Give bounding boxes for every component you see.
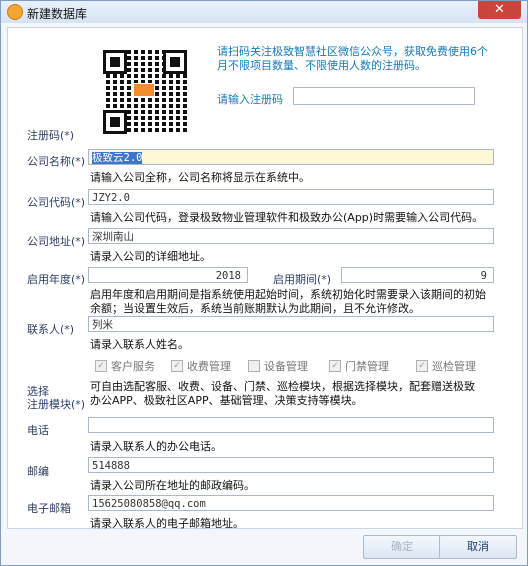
phone-label: 电话	[27, 424, 49, 437]
registration-label: 注册码(*)	[27, 129, 75, 142]
qr-finder	[103, 50, 127, 74]
cancel-button[interactable]: 取消	[439, 535, 517, 559]
postcode-hint: 请录入公司所在地址的邮政编码。	[90, 479, 255, 492]
checkbox-icon: ✓	[171, 360, 183, 372]
checkbox-icon: ✓	[329, 360, 341, 372]
title-bar: 新建数据库 ✕	[1, 1, 527, 23]
module-checkbox[interactable]: ✓ 巡检管理	[416, 358, 476, 374]
company-code-input[interactable]: JZY2.0	[88, 189, 494, 205]
scan-instruction: 请扫码关注极致智慧社区微信公众号，获取免费使用6个月不限项目数量、不限使用人数的…	[217, 45, 488, 72]
company-name-value: 极致云2.0	[92, 152, 143, 164]
modules-hint-2: 办公APP、极致社区APP、基础管理、决策支持等模块。	[90, 394, 363, 407]
checkbox-icon: ✓	[416, 360, 428, 372]
company-address-label: 公司地址(*)	[27, 235, 86, 248]
module-checkbox[interactable]: 设备管理	[248, 358, 308, 374]
module-label: 设备管理	[264, 360, 308, 373]
start-period-input[interactable]: 9	[341, 267, 494, 283]
company-address-hint: 请录入公司的详细地址。	[90, 250, 211, 263]
registration-code-input[interactable]	[293, 87, 475, 105]
qr-finder	[163, 50, 187, 74]
company-code-label: 公司代码(*)	[27, 196, 86, 209]
checkbox-icon: ✓	[95, 360, 107, 372]
company-name-label: 公司名称(*)	[27, 155, 86, 168]
registration-input-label: 请输入注册码	[217, 93, 283, 106]
app-icon	[7, 4, 23, 20]
qr-code	[99, 47, 193, 137]
window-title: 新建数据库	[27, 7, 88, 21]
email-label: 电子邮箱	[27, 502, 71, 515]
start-year-hint-2: 余额；当设置生效后，系统当前账期默认为此期间，且不允许修改。	[90, 302, 420, 315]
module-label: 收费管理	[187, 360, 231, 373]
company-name-input[interactable]: 极致云2.0	[88, 149, 494, 165]
company-address-input[interactable]: 深圳南山	[88, 228, 494, 244]
confirm-button[interactable]: 确定	[363, 535, 441, 559]
start-year-label: 启用年度(*)	[27, 273, 86, 286]
contact-input[interactable]: 列米	[88, 316, 494, 332]
new-database-dialog: 新建数据库 ✕ 请扫码关注极致智慧社区微信公众号，获取免费使用6个月不限项目数量…	[0, 0, 528, 566]
module-label: 客户服务	[111, 360, 155, 373]
module-checkbox[interactable]: ✓ 收费管理	[171, 358, 231, 374]
start-year-input[interactable]: 2018	[88, 267, 248, 283]
modules-label-2: 注册模块(*)	[27, 398, 86, 411]
close-button[interactable]: ✕	[478, 1, 521, 19]
module-label: 巡检管理	[432, 360, 476, 373]
qr-logo	[133, 83, 155, 97]
company-code-hint: 请输入公司代码，登录极致物业管理软件和极致办公(App)时需要输入公司代码。	[90, 211, 484, 224]
postcode-input[interactable]: 514888	[88, 457, 494, 473]
start-period-label: 启用期间(*)	[273, 273, 332, 286]
postcode-label: 邮编	[27, 465, 49, 478]
checkbox-icon	[248, 360, 260, 372]
phone-hint: 请录入联系人的办公电话。	[90, 440, 222, 453]
email-hint: 请录入联系人的电子邮箱地址。	[90, 517, 244, 530]
contact-hint: 请录入联系人姓名。	[90, 338, 189, 351]
module-label: 门禁管理	[345, 360, 389, 373]
email-input[interactable]: 15625080858@qq.com	[88, 495, 494, 511]
contact-label: 联系人(*)	[27, 323, 75, 336]
module-checkbox[interactable]: ✓ 门禁管理	[329, 358, 389, 374]
module-checkbox[interactable]: ✓ 客户服务	[95, 358, 155, 374]
qr-finder	[103, 110, 127, 134]
phone-input[interactable]	[88, 417, 494, 433]
company-name-hint: 请输入公司全称，公司名称将显示在系统中。	[90, 171, 310, 184]
